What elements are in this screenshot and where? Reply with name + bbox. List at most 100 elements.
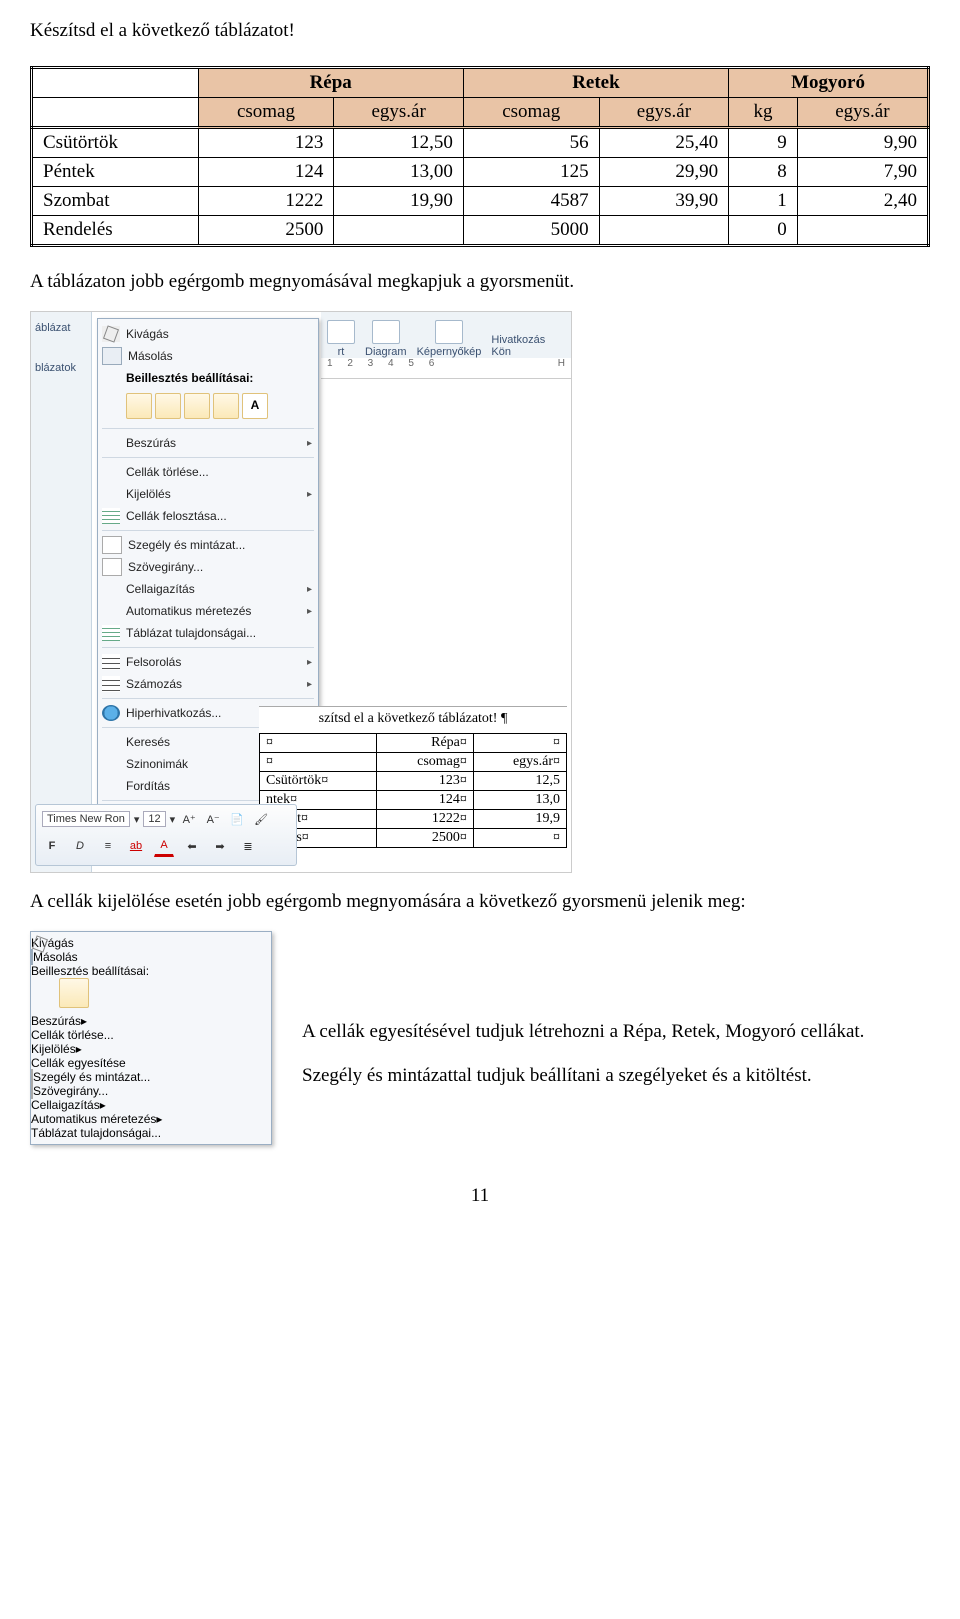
paste-option-button[interactable] xyxy=(213,393,239,419)
indent-right-icon[interactable]: ➡ xyxy=(210,836,230,856)
menu-item-label: Táblázat tulajdonságai... xyxy=(126,626,256,640)
menu-item-icon xyxy=(102,508,120,524)
menu-item[interactable]: Cellaigazítás▸ xyxy=(31,1098,271,1112)
menu-item-icon xyxy=(102,435,120,451)
subhead: egys.ár xyxy=(334,98,463,128)
menu-item-icon xyxy=(102,581,120,597)
menu-item-label: Fordítás xyxy=(126,779,170,793)
highlight-button[interactable]: ab xyxy=(126,836,146,856)
subhead: egys.ár xyxy=(797,98,928,128)
menu-item[interactable]: Táblázat tulajdonságai... xyxy=(98,622,318,644)
menu-item[interactable]: Számozás▸ xyxy=(98,673,318,695)
cell: 1222¤ xyxy=(376,810,473,829)
menu-item-icon xyxy=(102,464,120,480)
grow-font-button[interactable]: A⁺ xyxy=(179,809,199,829)
cell: 125 xyxy=(463,158,599,187)
paste-options-row: A xyxy=(98,389,318,425)
menu-item[interactable]: Szegély és mintázat... xyxy=(31,1070,271,1084)
styles-icon[interactable]: 📄 xyxy=(227,809,247,829)
page-number: 11 xyxy=(30,1185,930,1207)
menu-item-label: Szövegirány... xyxy=(33,1084,108,1098)
paste-option-button[interactable]: A xyxy=(242,393,268,419)
cell: 123 xyxy=(198,128,334,158)
cell: 12,5 xyxy=(473,772,566,791)
menu-item[interactable]: Szegély és mintázat... xyxy=(98,534,318,556)
ribbon-button[interactable]: rt xyxy=(327,320,355,358)
page-heading: Készítsd el a következő táblázatot! xyxy=(30,20,930,42)
cell: Csütörtök¤ xyxy=(260,772,377,791)
submenu-arrow-icon: ▸ xyxy=(81,1014,87,1028)
menu-item-label: Szegély és mintázat... xyxy=(128,538,245,552)
align-button[interactable]: ≡ xyxy=(98,836,118,856)
paste-option-button[interactable] xyxy=(155,393,181,419)
menu-item[interactable]: Cellák felosztása... xyxy=(98,505,318,527)
scissors-icon xyxy=(102,326,120,342)
ruler-fragment: 1 2 3 4 5 6 H xyxy=(321,358,571,379)
table-row: Szombat 1222 19,90 4587 39,90 1 2,40 xyxy=(32,187,929,216)
menu-item[interactable]: Cellák egyesítése xyxy=(31,1056,271,1070)
menu-item-icon xyxy=(102,778,120,794)
menu-item[interactable]: Beszúrás▸ xyxy=(31,1014,271,1028)
bold-button[interactable]: F xyxy=(42,836,62,856)
menu-item[interactable]: Szövegirány... xyxy=(98,556,318,578)
mini-format-toolbar: Times New Ron▾ 12▾ A⁺ A⁻ 📄 🖌 F D ≡ ab A … xyxy=(35,804,297,866)
ribbon-fragment: rt Diagram Képernyőkép Hivatkozás Kön xyxy=(321,312,571,361)
menu-item[interactable]: Cellaigazítás▸ xyxy=(98,578,318,600)
menu-item-icon xyxy=(102,734,120,750)
menu-item[interactable]: Automatikus méretezés▸ xyxy=(98,600,318,622)
menu-item[interactable]: Szövegirány... xyxy=(31,1084,271,1098)
italic-button[interactable]: D xyxy=(70,836,90,856)
menu-item[interactable]: Kijelölés▸ xyxy=(31,1042,271,1056)
menu-item-label: Kijelölés xyxy=(126,487,171,501)
paste-option-button[interactable] xyxy=(184,393,210,419)
shrink-font-button[interactable]: A⁻ xyxy=(203,809,223,829)
menu-item[interactable]: Felsorolás▸ xyxy=(98,651,318,673)
cell: csomag¤ xyxy=(376,753,473,772)
ribbon-button[interactable]: Diagram xyxy=(365,320,407,358)
font-name-select[interactable]: Times New Ron xyxy=(42,811,130,827)
menu-item-icon xyxy=(102,676,120,692)
font-size-select[interactable]: 12 xyxy=(143,811,165,827)
paste-option-button[interactable] xyxy=(126,393,152,419)
cell: 5000 xyxy=(463,216,599,246)
menu-item-label: Számozás xyxy=(126,677,182,691)
menu-label-paste-options: Beillesztés beállításai: xyxy=(31,964,271,978)
ribbon-button[interactable]: Képernyőkép xyxy=(417,320,482,358)
menu-item[interactable]: Beszúrás▸ xyxy=(98,432,318,454)
bullets-icon[interactable]: ≣ xyxy=(238,836,258,856)
menu-item-cut[interactable]: Kivágás xyxy=(98,323,318,345)
paragraph: Szegély és mintázattal tudjuk beállítani… xyxy=(302,1065,930,1087)
menu-item-label: Cellák törlése... xyxy=(126,465,209,479)
menu-item[interactable]: Cellák törlése... xyxy=(31,1028,271,1042)
indent-left-icon[interactable]: ⬅ xyxy=(182,836,202,856)
cell: 19,9 xyxy=(473,810,566,829)
cell xyxy=(599,216,728,246)
row-label: Rendelés xyxy=(32,216,199,246)
menu-item-label: Szövegirány... xyxy=(128,560,203,574)
menu-item-label: Keresés xyxy=(126,735,170,749)
cell: 2,40 xyxy=(797,187,928,216)
cell xyxy=(797,216,928,246)
menu-item[interactable]: Cellák törlése... xyxy=(98,461,318,483)
menu-item[interactable]: Táblázat tulajdonságai... xyxy=(31,1126,271,1140)
menu-item[interactable]: Kijelölés▸ xyxy=(98,483,318,505)
snippet-caption: szítsd el a következő táblázatot! ¶ xyxy=(259,707,567,733)
cell: 123¤ xyxy=(376,772,473,791)
menu-item-cut[interactable]: Kivágás xyxy=(31,936,271,950)
menu-item-copy[interactable]: Másolás xyxy=(31,950,271,964)
menu-item-icon xyxy=(102,705,120,721)
cell: 13,0 xyxy=(473,791,566,810)
paste-option-button[interactable] xyxy=(59,978,89,1008)
menu-item-label: Cellák felosztása... xyxy=(126,509,227,523)
ribbon-group-label: Hivatkozás Kön xyxy=(491,334,565,358)
menu-item-icon xyxy=(102,558,122,576)
cell: Répa¤ xyxy=(376,734,473,753)
subhead: egys.ár xyxy=(599,98,728,128)
font-color-button[interactable]: A xyxy=(154,835,174,857)
menu-item-label: Hiperhivatkozás... xyxy=(126,706,221,720)
menu-item[interactable]: Automatikus méretezés▸ xyxy=(31,1112,271,1126)
format-painter-icon[interactable]: 🖌 xyxy=(251,809,271,829)
menu-item-label: Beszúrás xyxy=(126,436,176,450)
cell: 4587 xyxy=(463,187,599,216)
menu-item-copy[interactable]: Másolás xyxy=(98,345,318,367)
